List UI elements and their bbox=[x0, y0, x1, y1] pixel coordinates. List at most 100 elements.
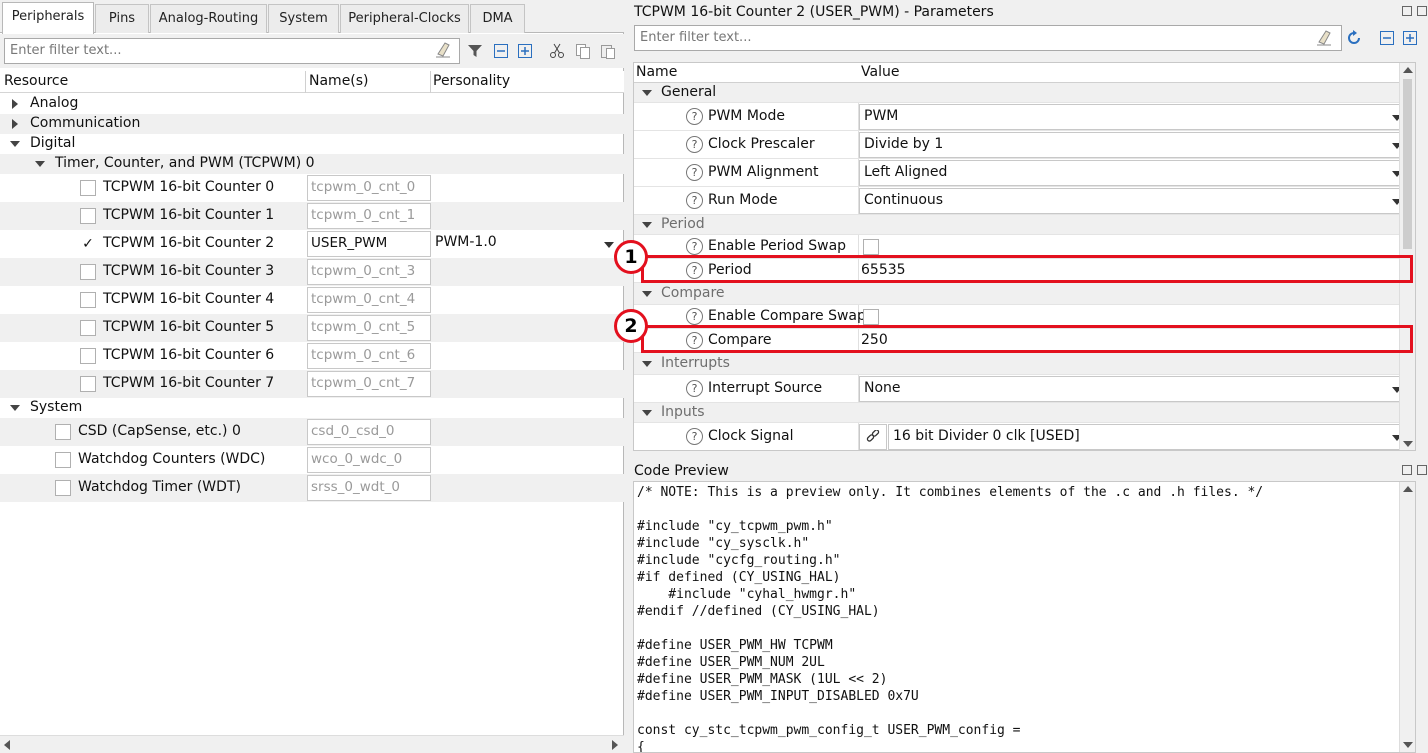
tree-row-system-item[interactable]: CSD (CapSense, etc.) 0 csd_0_csd_0 bbox=[0, 418, 624, 446]
collapse-arrow-icon[interactable] bbox=[10, 405, 20, 411]
scroll-left-icon[interactable] bbox=[3, 740, 11, 750]
help-icon[interactable]: ? bbox=[686, 238, 703, 255]
collapse-all-icon[interactable] bbox=[1379, 30, 1395, 46]
tree-row-counter[interactable]: TCPWM 16-bit Counter 6 tcpwm_0_cnt_6 bbox=[0, 342, 624, 370]
instance-name-field[interactable]: tcpwm_0_cnt_0 bbox=[307, 175, 431, 201]
tab-dma[interactable]: DMA bbox=[470, 4, 525, 33]
collapse-arrow-icon[interactable] bbox=[642, 410, 652, 416]
column-names[interactable]: Name(s) bbox=[309, 73, 369, 89]
enable-checkbox[interactable] bbox=[55, 424, 71, 440]
enable-checkbox[interactable] bbox=[80, 320, 96, 336]
copy-icon[interactable] bbox=[575, 43, 591, 59]
tree-row-counter[interactable]: TCPWM 16-bit Counter 3 tcpwm_0_cnt_3 bbox=[0, 258, 624, 286]
restore-icon[interactable] bbox=[1402, 6, 1412, 16]
collapse-arrow-icon[interactable] bbox=[35, 161, 45, 167]
instance-name-field[interactable]: tcpwm_0_cnt_7 bbox=[307, 371, 431, 397]
instance-name-field[interactable]: csd_0_csd_0 bbox=[307, 419, 431, 445]
instance-name-field[interactable]: srss_0_wdt_0 bbox=[307, 475, 431, 501]
tab-analog-routing[interactable]: Analog-Routing bbox=[150, 4, 267, 33]
enable-checkbox[interactable] bbox=[55, 452, 71, 468]
instance-name-field[interactable]: tcpwm_0_cnt_3 bbox=[307, 259, 431, 285]
help-icon[interactable]: ? bbox=[686, 136, 703, 153]
tree-row-counter[interactable]: TCPWM 16-bit Counter 7 tcpwm_0_cnt_7 bbox=[0, 370, 624, 398]
expand-all-icon[interactable] bbox=[1402, 30, 1418, 46]
personality-select[interactable]: PWM-1.0 bbox=[432, 231, 622, 257]
expand-arrow-icon[interactable] bbox=[12, 99, 18, 109]
instance-name-field[interactable]: tcpwm_0_cnt_6 bbox=[307, 343, 431, 369]
paste-icon[interactable] bbox=[600, 43, 616, 59]
tab-peripheral-clocks[interactable]: Peripheral-Clocks bbox=[340, 4, 469, 33]
help-icon[interactable]: ? bbox=[686, 192, 703, 209]
enable-checkbox[interactable] bbox=[80, 376, 96, 392]
tree-row-counter[interactable]: TCPWM 16-bit Counter 1 tcpwm_0_cnt_1 bbox=[0, 202, 624, 230]
clear-filter-icon[interactable] bbox=[1316, 29, 1332, 46]
restore-icon[interactable] bbox=[1402, 465, 1412, 475]
refresh-icon[interactable] bbox=[1346, 30, 1362, 46]
collapse-arrow-icon[interactable] bbox=[642, 90, 652, 96]
enable-checkbox[interactable] bbox=[80, 264, 96, 280]
tree-row-counter[interactable]: TCPWM 16-bit Counter 5 tcpwm_0_cnt_5 bbox=[0, 314, 624, 342]
tree-row-counter[interactable]: TCPWM 16-bit Counter 4 tcpwm_0_cnt_4 bbox=[0, 286, 624, 314]
clock-signal-select[interactable]: 16 bit Divider 0 clk [USED] bbox=[888, 424, 1412, 450]
scrollbar-thumb[interactable] bbox=[1403, 79, 1412, 249]
collapse-arrow-icon[interactable] bbox=[642, 222, 652, 228]
instance-name-field[interactable]: wco_0_wdc_0 bbox=[307, 447, 431, 473]
collapse-arrow-icon[interactable] bbox=[642, 291, 652, 297]
enable-checkbox[interactable] bbox=[80, 180, 96, 196]
column-personality[interactable]: Personality bbox=[433, 73, 510, 89]
tree-row-communication[interactable]: Communication bbox=[0, 114, 624, 134]
column-resource[interactable]: Resource bbox=[4, 73, 68, 89]
help-icon[interactable]: ? bbox=[686, 164, 703, 181]
tree-row-digital[interactable]: Digital bbox=[0, 134, 624, 154]
enable-period-swap-checkbox[interactable] bbox=[863, 239, 879, 255]
clear-filter-icon[interactable] bbox=[435, 41, 451, 58]
help-icon[interactable]: ? bbox=[686, 108, 703, 125]
scroll-down-icon[interactable] bbox=[1403, 741, 1413, 749]
tree-row-counter[interactable]: ✓ TCPWM 16-bit Counter 2 USER_PWM PWM-1.… bbox=[0, 230, 624, 258]
expand-all-icon[interactable] bbox=[517, 43, 533, 59]
horizontal-scrollbar[interactable] bbox=[0, 735, 624, 753]
instance-name-field[interactable]: tcpwm_0_cnt_5 bbox=[307, 315, 431, 341]
collapse-all-icon[interactable] bbox=[493, 43, 509, 59]
instance-name-field[interactable]: tcpwm_0_cnt_4 bbox=[307, 287, 431, 313]
section-period[interactable]: Period bbox=[634, 215, 1415, 235]
tree-row-system-item[interactable]: Watchdog Counters (WDC) wco_0_wdc_0 bbox=[0, 446, 624, 474]
tree-row-system-item[interactable]: Watchdog Timer (WDT) srss_0_wdt_0 bbox=[0, 474, 624, 502]
help-icon[interactable]: ? bbox=[686, 380, 703, 397]
pwm-mode-select[interactable]: PWM bbox=[859, 104, 1412, 130]
enable-checkbox[interactable] bbox=[80, 208, 96, 224]
section-interrupts[interactable]: Interrupts bbox=[634, 353, 1415, 375]
enable-checkbox[interactable] bbox=[55, 480, 71, 496]
column-divider[interactable] bbox=[430, 71, 431, 93]
interrupt-source-select[interactable]: None bbox=[859, 376, 1412, 402]
section-inputs[interactable]: Inputs bbox=[634, 403, 1415, 423]
scroll-up-icon[interactable] bbox=[1403, 66, 1413, 74]
enable-checkbox[interactable] bbox=[80, 348, 96, 364]
instance-name-field[interactable]: USER_PWM bbox=[307, 231, 431, 257]
cut-icon[interactable] bbox=[549, 43, 565, 59]
filter-icon[interactable] bbox=[467, 43, 483, 59]
tree-row-counter[interactable]: TCPWM 16-bit Counter 0 tcpwm_0_cnt_0 bbox=[0, 174, 624, 202]
scroll-down-icon[interactable] bbox=[1403, 440, 1413, 448]
enable-compare-swap-checkbox[interactable] bbox=[863, 309, 879, 325]
enable-checkbox[interactable] bbox=[80, 292, 96, 308]
expand-arrow-icon[interactable] bbox=[12, 119, 18, 129]
tab-peripherals[interactable]: Peripherals bbox=[2, 2, 94, 34]
help-icon[interactable]: ? bbox=[686, 308, 703, 325]
code-preview-area[interactable]: /* NOTE: This is a preview only. It comb… bbox=[633, 481, 1416, 753]
go-to-resource-button[interactable] bbox=[859, 424, 887, 450]
tab-system[interactable]: System bbox=[268, 4, 339, 33]
collapse-arrow-icon[interactable] bbox=[642, 361, 652, 367]
tree-row-tcpwm[interactable]: Timer, Counter, and PWM (TCPWM) 0 bbox=[0, 154, 624, 174]
parameter-filter-input[interactable]: Enter filter text... bbox=[634, 25, 1342, 51]
tree-row-system[interactable]: System bbox=[0, 398, 624, 418]
scroll-right-icon[interactable] bbox=[611, 740, 619, 750]
code-vertical-scrollbar[interactable] bbox=[1399, 482, 1415, 752]
section-general[interactable]: General bbox=[634, 83, 1415, 103]
instance-name-field[interactable]: tcpwm_0_cnt_1 bbox=[307, 203, 431, 229]
collapse-arrow-icon[interactable] bbox=[10, 141, 20, 147]
resource-filter-input[interactable]: Enter filter text... bbox=[4, 38, 460, 64]
tab-pins[interactable]: Pins bbox=[95, 4, 149, 33]
section-compare[interactable]: Compare bbox=[634, 283, 1415, 305]
chevron-down-icon[interactable] bbox=[604, 242, 614, 248]
